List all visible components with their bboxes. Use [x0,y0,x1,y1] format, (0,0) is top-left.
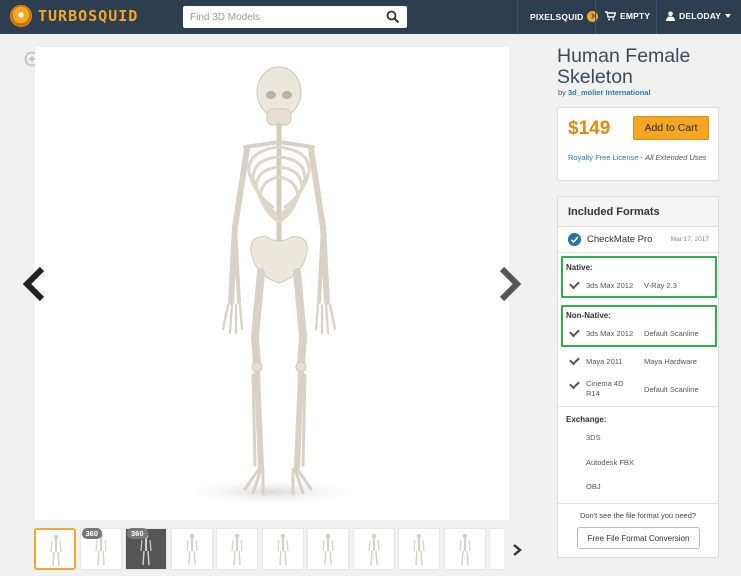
divider [558,406,718,407]
product-image-viewer[interactable] [35,47,509,520]
author-link[interactable]: 3d_molier International [568,88,651,97]
chevron-right-circle-icon [587,11,599,22]
product-title: Human Female Skeleton [557,45,691,88]
spin-360-badge: 360 [127,528,148,539]
formats-heading: Included Formats [568,206,660,218]
thumbnail[interactable]: 360 [79,528,122,570]
format-renderer: Maya Hardware [644,357,697,366]
skeleton-thumbnail-icon [413,533,425,566]
license-link[interactable]: Royalty Free License [568,153,638,162]
top-navigation-bar: TURBOSQUID PIXELSQUID EMPTY DELODAY [0,0,741,34]
user-name: DELODAY [679,11,722,21]
format-renderer: Default Scanline [644,329,699,338]
add-to-cart-button[interactable]: Add to Cart [633,116,709,140]
nav-divider [595,0,596,34]
skeleton-thumbnail-icon [185,533,198,566]
search-input[interactable] [183,6,383,28]
skeleton-thumbnail-icon [322,533,334,566]
next-image-arrow-icon[interactable] [497,266,523,302]
pixelsquid-label: PIXELSQUID [530,11,584,22]
thumbnail[interactable] [261,528,304,570]
format-question: Don't see the file format you need? [579,511,697,520]
thumbnail[interactable] [352,528,395,570]
skeleton-thumbnail-icon [490,529,504,569]
nav-divider [656,0,657,34]
search-box [183,6,407,28]
included-formats-panel: Included Formats CheckMate Pro Mar 17, 2… [557,196,719,558]
caret-down-icon [725,14,732,18]
thumbnail[interactable] [443,528,486,570]
check-icon [569,378,580,390]
thumbnail-strip: 360 360 [34,528,504,572]
format-renderer: V-Ray 2.3 [644,281,677,290]
spin-360-badge: 360 [81,528,103,539]
format-app: 3ds Max 2012 [586,281,634,290]
formats-header: Included Formats [558,197,718,227]
exchange-format: OBJ [586,482,601,491]
license-info: Royalty Free License - All Extended Uses [568,153,713,163]
exchange-format: 3DS [586,433,601,442]
thumbnail[interactable] [216,528,258,570]
thumbnails-next-chevron-icon[interactable] [512,543,522,557]
thumbnail[interactable] [34,528,76,570]
pixelsquid-link[interactable]: PIXELSQUID [530,11,599,22]
nav-divider [517,0,518,34]
user-menu[interactable]: DELODAY [666,11,732,21]
byline: by 3d_molier International [558,88,651,97]
divider [558,503,718,504]
format-app: 3ds Max 2012 [586,329,634,338]
native-heading: Native: [566,263,593,272]
checkmate-badge-icon [568,233,581,246]
format-renderer: Default Scanline [644,385,699,394]
cart-link[interactable]: EMPTY [605,11,650,21]
cart-icon [605,11,616,21]
license-scope: All Extended Uses [645,153,707,162]
non-native-heading: Non-Native: [566,311,611,320]
checkmate-label: CheckMate Pro [587,234,653,245]
thumbnail[interactable] [307,528,349,570]
thumbnail[interactable]: 360 [125,528,167,570]
search-icon[interactable] [386,10,400,24]
skeleton-model-image [176,66,366,506]
price-panel: $149 Add to Cart Royalty Free License - … [557,107,719,181]
previous-image-arrow-icon[interactable] [21,266,47,302]
skeleton-thumbnail-icon [367,533,380,566]
skeleton-thumbnail-icon [231,533,243,566]
thumbnail[interactable] [489,528,504,570]
byline-prefix: by [558,88,566,97]
user-icon [666,11,675,21]
skeleton-thumbnail-icon [458,533,471,566]
check-icon [569,354,580,366]
skeleton-thumbnail-icon [276,533,289,566]
thumbnail[interactable] [170,528,213,570]
logo-text: TURBOSQUID [38,7,139,25]
format-app: Cinema 4D R14 [586,379,624,398]
cart-label: EMPTY [620,11,651,21]
checkmate-date: Mar 17, 2017 [670,236,709,243]
free-conversion-button[interactable]: Free File Format Conversion [577,527,700,549]
exchange-heading: Exchange: [566,415,607,424]
turbosquid-logo[interactable]: TURBOSQUID [10,5,138,27]
checkmate-row[interactable]: CheckMate Pro Mar 17, 2017 [558,227,718,253]
price: $149 [568,118,611,139]
turbosquid-logo-icon [10,5,32,27]
exchange-format: Autodesk FBX [586,458,634,467]
thumbnail[interactable] [398,528,440,570]
skeleton-thumbnail-icon [50,534,62,567]
format-app: Maya 2011 [586,357,623,366]
